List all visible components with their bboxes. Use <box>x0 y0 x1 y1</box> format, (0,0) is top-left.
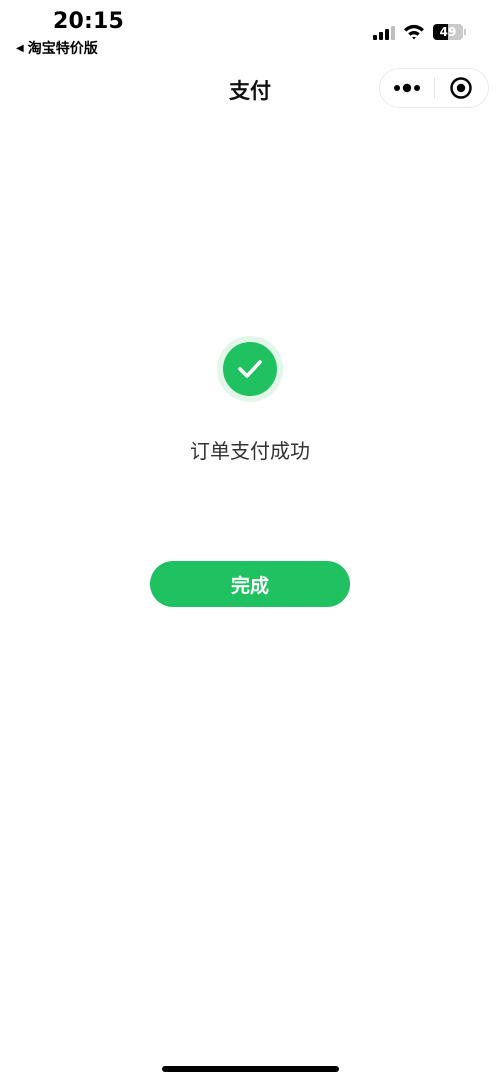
back-to-app-link[interactable]: ◀ 淘宝特价版 <box>16 38 98 58</box>
target-close-icon <box>450 77 472 99</box>
battery-level: 49 <box>439 25 457 39</box>
check-icon <box>238 360 262 378</box>
wifi-icon <box>404 24 424 40</box>
more-button[interactable] <box>380 69 434 107</box>
status-time: 20:15 <box>53 9 125 34</box>
close-mini-program-button[interactable] <box>435 69 489 107</box>
more-dots-icon <box>393 83 420 93</box>
status-indicators: 49 <box>373 24 466 40</box>
back-app-label: 淘宝特价版 <box>27 41 98 57</box>
success-badge <box>217 336 283 402</box>
home-indicator[interactable] <box>162 1066 339 1072</box>
success-dot <box>223 342 277 396</box>
cellular-signal-icon <box>373 24 395 40</box>
battery-cap <box>464 29 466 35</box>
triangle-left-icon: ◀ <box>16 42 24 54</box>
payment-success-message: 订单支付成功 <box>190 439 310 463</box>
done-button[interactable]: 完成 <box>150 561 350 607</box>
battery-icon: 49 <box>433 24 463 40</box>
mini-program-capsule <box>379 68 489 108</box>
